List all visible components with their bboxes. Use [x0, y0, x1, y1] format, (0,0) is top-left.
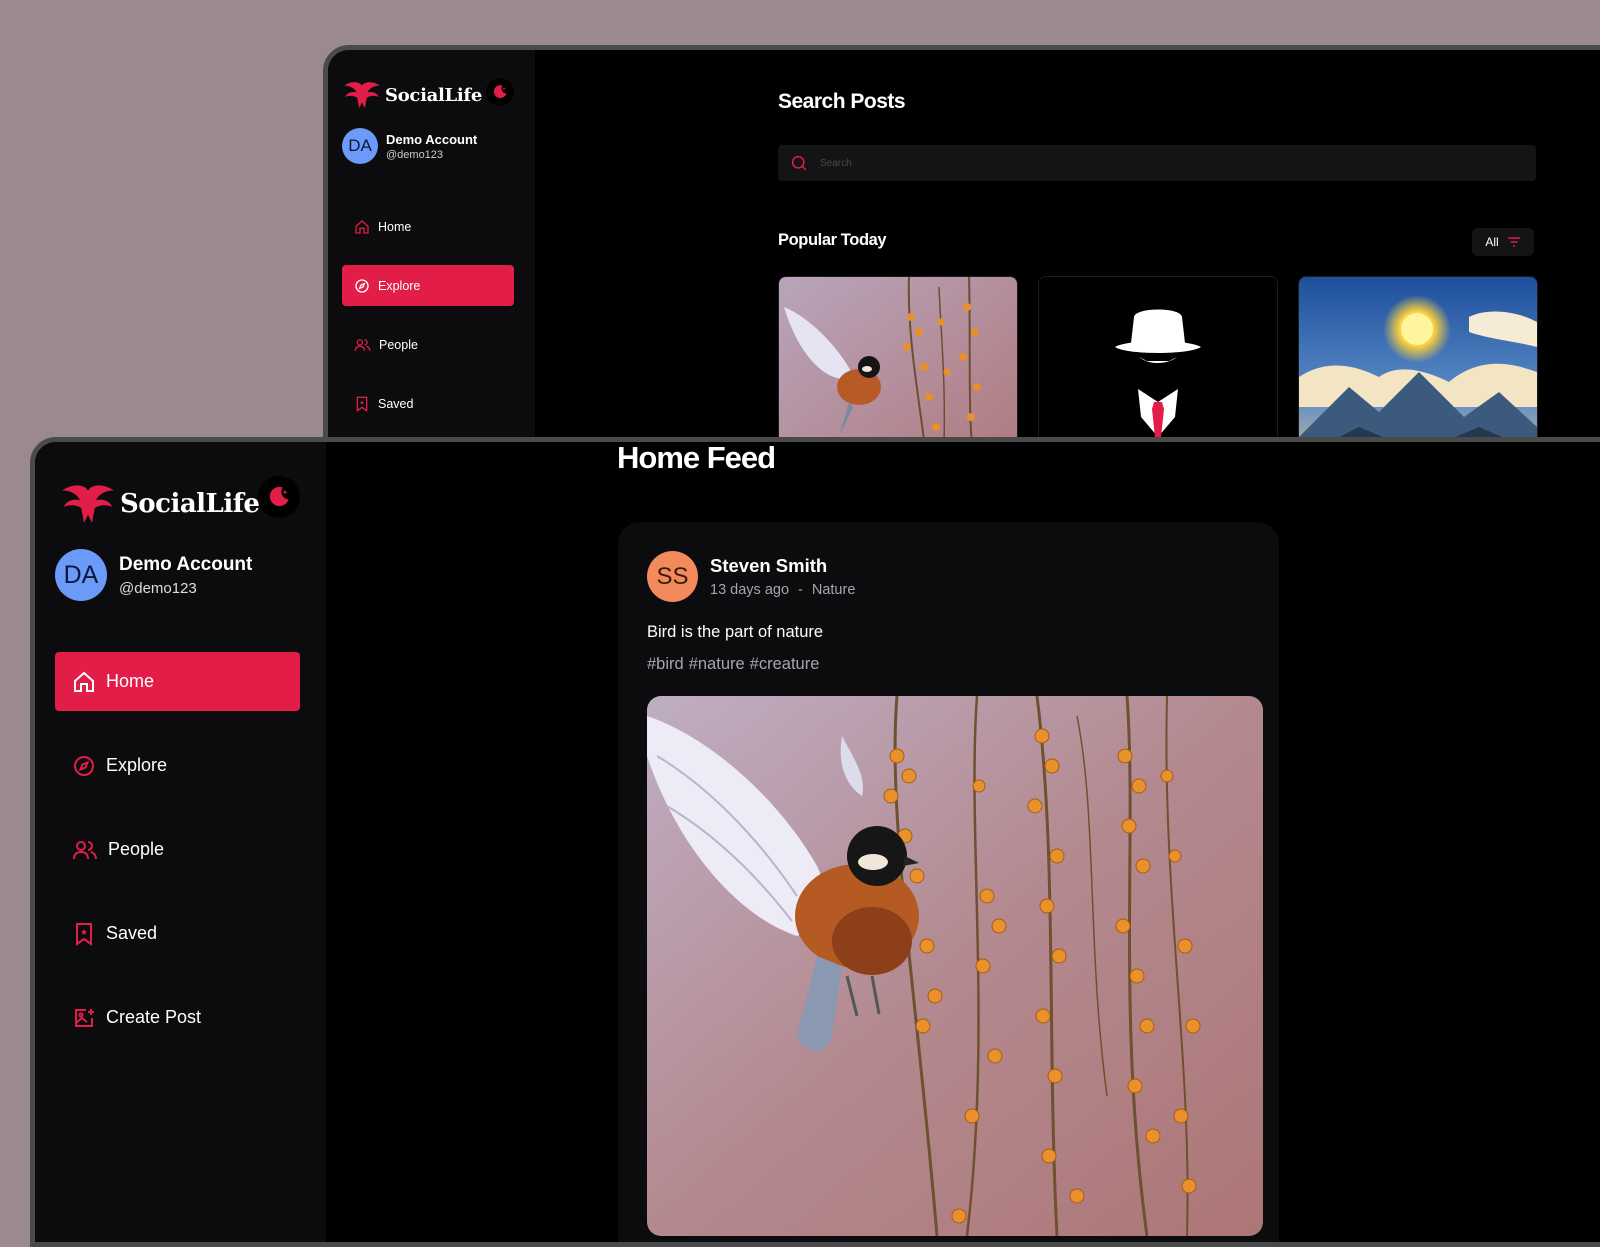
- sidebar-item-explore[interactable]: Explore: [55, 736, 300, 795]
- create-post-icon: [75, 1008, 94, 1027]
- filter-icon: [1507, 237, 1520, 247]
- author-avatar[interactable]: SS: [647, 551, 698, 602]
- hashtag[interactable]: #nature: [689, 655, 745, 674]
- user-profile[interactable]: DA Demo Account @demo123: [55, 549, 252, 601]
- people-icon: [354, 338, 371, 351]
- sidebar-item-label: People: [108, 839, 165, 859]
- home-icon: [355, 219, 369, 234]
- sidebar-item-label: Saved: [378, 396, 414, 411]
- filter-button[interactable]: All: [1472, 228, 1534, 256]
- sidebar-item-label: Explore: [378, 278, 421, 293]
- post-category: Nature: [811, 582, 856, 598]
- user-handle: @demo123: [119, 579, 197, 597]
- compass-icon: [355, 278, 369, 293]
- bookmark-icon: [356, 396, 368, 412]
- hashtag[interactable]: #creature: [750, 655, 820, 674]
- search-input[interactable]: [818, 156, 1422, 170]
- theme-toggle[interactable]: [258, 476, 300, 518]
- sidebar: SocialLife DA Demo Account @demo123 Home…: [35, 442, 326, 1242]
- sidebar-item-label: Explore: [106, 755, 168, 775]
- sidebar-item-label: Create Post: [106, 1007, 202, 1027]
- sidebar-item-home[interactable]: Home: [342, 206, 514, 247]
- sidebar-item-label: Home: [106, 671, 155, 691]
- app-logo[interactable]: SocialLife: [61, 482, 260, 526]
- app-name: SocialLife: [385, 84, 482, 106]
- phoenix-logo-icon: [344, 82, 380, 109]
- explore-window: SocialLife DA Demo Account @demo123 Home…: [323, 45, 1600, 495]
- author-name[interactable]: Steven Smith: [710, 555, 855, 577]
- search-bar[interactable]: [778, 145, 1536, 181]
- sidebar-item-explore[interactable]: Explore: [342, 265, 514, 306]
- sidebar-item-people[interactable]: People: [55, 820, 300, 879]
- phoenix-logo-icon: [62, 485, 114, 523]
- sidebar-nav: Home Explore People Saved: [342, 206, 514, 442]
- post-tags: #bird #nature #creature: [647, 655, 819, 674]
- post-caption: Bird is the part of nature: [647, 623, 824, 641]
- hashtag[interactable]: #bird: [647, 655, 684, 674]
- post-header: SS Steven Smith 13 days ago - Nature: [647, 551, 855, 602]
- page-title: Search Posts: [778, 90, 906, 113]
- sidebar-item-label: Home: [378, 219, 412, 234]
- user-handle: @demo123: [386, 148, 444, 161]
- sidebar-item-home[interactable]: Home: [55, 652, 300, 711]
- section-title: Popular Today: [778, 231, 887, 249]
- app-logo[interactable]: SocialLife: [343, 80, 482, 110]
- bird-photo: [647, 696, 1263, 1236]
- meta-separator: -: [798, 582, 803, 598]
- post-meta: 13 days ago - Nature: [710, 582, 855, 598]
- post-time: 13 days ago: [710, 582, 790, 598]
- home-feed-window: SocialLife DA Demo Account @demo123 Home…: [30, 437, 1600, 1247]
- explore-main: Search Posts Popular Today All: [778, 50, 1600, 490]
- filter-label: All: [1485, 235, 1499, 249]
- page-title: Home Feed: [617, 440, 776, 475]
- theme-toggle[interactable]: [486, 78, 514, 106]
- post-image[interactable]: [647, 696, 1263, 1236]
- bookmark-icon: [76, 922, 92, 946]
- avatar: DA: [342, 128, 378, 164]
- search-icon: [791, 155, 807, 171]
- sidebar-item-label: People: [379, 337, 418, 352]
- user-name: Demo Account: [386, 131, 478, 147]
- sidebar-item-create-post[interactable]: Create Post: [55, 988, 300, 1047]
- sidebar: SocialLife DA Demo Account @demo123 Home…: [328, 50, 535, 490]
- sidebar-item-saved[interactable]: Saved: [342, 383, 514, 424]
- sidebar-item-label: Saved: [106, 923, 158, 943]
- moon-icon: [269, 486, 289, 507]
- sidebar-item-saved[interactable]: Saved: [55, 904, 300, 963]
- sidebar-nav: Home Explore People Saved Create Post: [55, 652, 300, 1072]
- post-card: SS Steven Smith 13 days ago - Nature Bir…: [618, 522, 1279, 1242]
- compass-icon: [74, 755, 94, 776]
- user-name: Demo Account: [119, 553, 253, 575]
- home-icon: [74, 671, 94, 692]
- sidebar-item-people[interactable]: People: [342, 324, 514, 365]
- avatar: DA: [55, 549, 107, 601]
- user-profile[interactable]: DA Demo Account @demo123: [342, 128, 477, 164]
- people-icon: [73, 840, 97, 859]
- app-name: SocialLife: [120, 489, 260, 519]
- moon-icon: [493, 85, 507, 99]
